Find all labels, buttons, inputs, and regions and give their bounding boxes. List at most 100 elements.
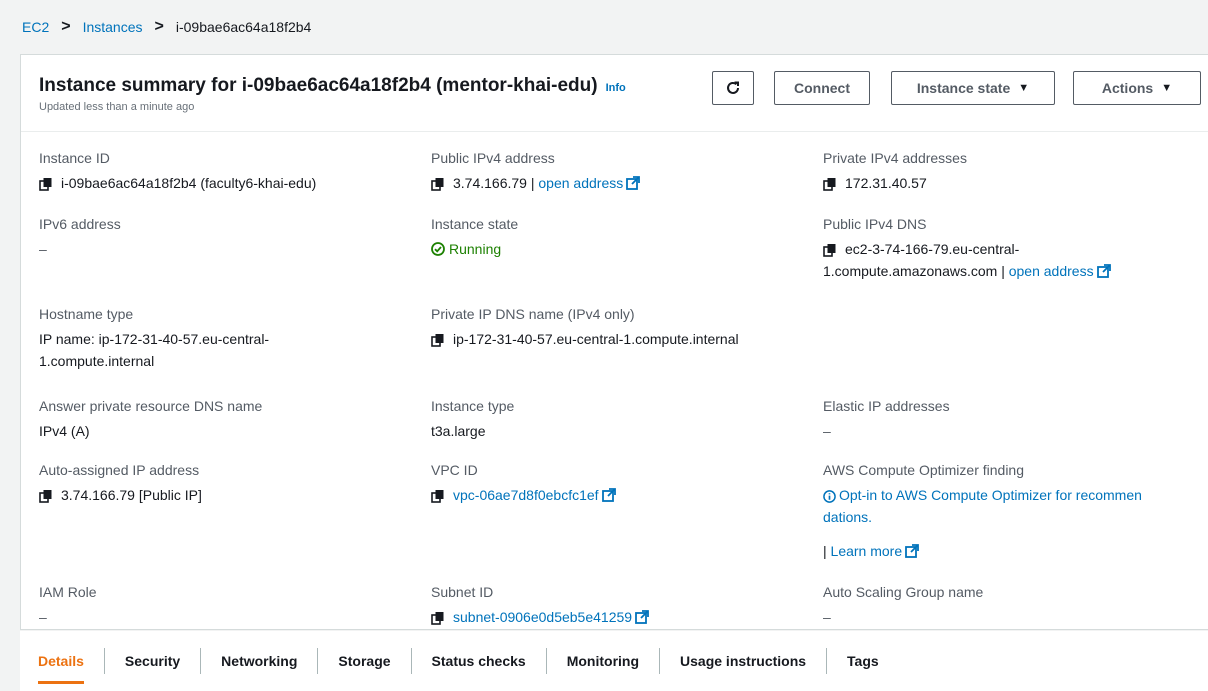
- info-link[interactable]: Info: [606, 82, 626, 94]
- copy-icon[interactable]: [39, 489, 53, 504]
- field-instance-id: Instance ID i-09bae6ac64a18f2b4 (faculty…: [39, 148, 409, 194]
- instance-state-value: Running: [449, 241, 502, 257]
- tab-status-checks[interactable]: Status checks: [410, 648, 546, 674]
- instance-state-button[interactable]: Instance state ▼: [891, 71, 1055, 105]
- field-auto-ip: Auto-assigned IP address 3.74.166.79 [Pu…: [39, 460, 409, 506]
- instance-id-value: i-09bae6ac64a18f2b4 (faculty6-khai-edu): [61, 175, 317, 191]
- open-address-link[interactable]: open address: [538, 175, 623, 191]
- copy-icon[interactable]: [39, 177, 53, 192]
- field-compute-optimizer: AWS Compute Optimizer finding Opt-in to …: [823, 460, 1193, 562]
- field-private-dns: Private IP DNS name (IPv4 only) ip-172-3…: [431, 304, 801, 350]
- tab-usage-instructions[interactable]: Usage instructions: [659, 648, 826, 674]
- updated-status: Updated less than a minute ago: [39, 101, 195, 113]
- field-ipv6: IPv6 address –: [39, 214, 409, 260]
- connect-button[interactable]: Connect: [774, 71, 870, 105]
- field-asg-name: Auto Scaling Group name –: [823, 582, 1193, 628]
- asg-name-value: –: [823, 609, 831, 625]
- breadcrumb-current: i-09bae6ac64a18f2b4: [175, 19, 312, 35]
- caret-down-icon: ▼: [1018, 82, 1030, 94]
- field-subnet-id: Subnet ID subnet-0906e0d5eb5e41259: [431, 582, 801, 628]
- field-label: Instance type: [431, 398, 515, 414]
- actions-button[interactable]: Actions ▼: [1073, 71, 1201, 105]
- field-label: AWS Compute Optimizer finding: [823, 462, 1024, 478]
- private-dns-value: ip-172-31-40-57.eu-central-1.compute.int…: [453, 331, 739, 347]
- public-dns-value-line1: ec2-3-74-166-79.eu-central-: [845, 241, 1020, 257]
- public-ipv4-value: 3.74.166.79: [453, 175, 527, 191]
- optimizer-opt-in-link[interactable]: Opt-in to AWS Compute Optimizer for reco…: [839, 487, 1142, 503]
- field-label: Subnet ID: [431, 584, 494, 600]
- auto-ip-value: 3.74.166.79 [Public IP]: [61, 487, 202, 503]
- copy-icon[interactable]: [431, 611, 445, 626]
- chevron-right-icon: >: [61, 18, 71, 35]
- public-dns-value-line2: 1.compute.amazonaws.com: [823, 263, 998, 279]
- tab-tags[interactable]: Tags: [826, 648, 899, 674]
- chevron-right-icon: >: [154, 18, 164, 35]
- field-instance-type: Instance type t3a.large: [431, 396, 801, 442]
- field-label: Auto-assigned IP address: [39, 462, 200, 478]
- field-label: IAM Role: [39, 584, 97, 600]
- field-vpc-id: VPC ID vpc-06ae7d8f0ebcfc1ef: [431, 460, 801, 506]
- external-link-icon: [626, 176, 641, 190]
- iam-role-value: –: [39, 609, 47, 625]
- check-circle-icon: [431, 242, 445, 256]
- field-iam-role: IAM Role –: [39, 582, 409, 628]
- hostname-value-line1: IP name: ip-172-31-40-57.eu-central-: [39, 331, 270, 347]
- status-badge: Running: [431, 238, 501, 260]
- field-hostname-type: Hostname type IP name: ip-172-31-40-57.e…: [39, 304, 409, 372]
- actions-label: Actions: [1101, 80, 1154, 96]
- breadcrumb-instances-link[interactable]: Instances: [83, 19, 143, 35]
- page-title: Instance summary for i-09bae6ac64a18f2b4…: [39, 75, 598, 96]
- vpc-id-link[interactable]: vpc-06ae7d8f0ebcfc1ef: [453, 487, 599, 503]
- field-label: VPC ID: [431, 462, 478, 478]
- field-elastic-ip: Elastic IP addresses –: [823, 396, 1193, 442]
- instance-state-label: Instance state: [916, 80, 1011, 96]
- copy-icon[interactable]: [431, 489, 445, 504]
- field-answer-dns: Answer private resource DNS name IPv4 (A…: [39, 396, 409, 442]
- external-link-icon: [635, 610, 649, 624]
- copy-icon[interactable]: [431, 333, 445, 348]
- instance-type-value: t3a.large: [431, 423, 486, 439]
- field-label: Elastic IP addresses: [823, 398, 950, 414]
- details-tabs: Details Security Networking Storage Stat…: [20, 631, 1208, 691]
- elastic-ip-value: –: [823, 423, 831, 439]
- private-ipv4-value: 172.31.40.57: [845, 175, 927, 191]
- field-public-ipv4: Public IPv4 address 3.74.166.79 | open a…: [431, 148, 801, 194]
- details-grid: Instance ID i-09bae6ac64a18f2b4 (faculty…: [21, 132, 1208, 627]
- breadcrumb-ec2-link[interactable]: EC2: [22, 19, 49, 35]
- instance-summary-panel: Instance summary for i-09bae6ac64a18f2b4…: [20, 54, 1208, 630]
- tab-storage[interactable]: Storage: [317, 648, 410, 674]
- field-public-dns: Public IPv4 DNS ec2-3-74-166-79.eu-centr…: [823, 214, 1193, 282]
- field-label: IPv6 address: [39, 216, 121, 232]
- field-private-ipv4: Private IPv4 addresses 172.31.40.57: [823, 148, 1193, 194]
- ipv6-value: –: [39, 241, 47, 257]
- subnet-id-link[interactable]: subnet-0906e0d5eb5e41259: [453, 609, 632, 625]
- caret-down-icon: ▼: [1161, 82, 1173, 94]
- external-link-icon: [905, 544, 920, 558]
- open-address-link[interactable]: open address: [1009, 263, 1094, 279]
- field-instance-state: Instance state Running: [431, 214, 801, 262]
- refresh-button[interactable]: [712, 71, 754, 105]
- tab-security[interactable]: Security: [103, 648, 200, 674]
- panel-header: Instance summary for i-09bae6ac64a18f2b4…: [21, 55, 1208, 132]
- tab-networking[interactable]: Networking: [200, 648, 317, 674]
- breadcrumb: EC2 > Instances > i-09bae6ac64a18f2b4: [22, 18, 311, 36]
- tab-details[interactable]: Details: [38, 648, 104, 684]
- info-icon: [823, 489, 836, 503]
- field-label: Hostname type: [39, 306, 134, 322]
- copy-icon[interactable]: [431, 177, 445, 192]
- tab-monitoring[interactable]: Monitoring: [545, 648, 659, 674]
- field-label: Instance state: [431, 216, 519, 232]
- field-label: Public IPv4 DNS: [823, 216, 927, 232]
- external-link-icon: [601, 488, 616, 502]
- optimizer-opt-in-link-cont[interactable]: dations.: [823, 509, 872, 525]
- field-label: Answer private resource DNS name: [39, 398, 263, 414]
- copy-icon[interactable]: [823, 177, 837, 192]
- field-label: Private IP DNS name (IPv4 only): [431, 306, 635, 322]
- field-label: Auto Scaling Group name: [823, 584, 984, 600]
- learn-more-link[interactable]: Learn more: [831, 543, 903, 559]
- field-label: Instance ID: [39, 150, 110, 166]
- refresh-icon: [727, 81, 739, 94]
- copy-icon[interactable]: [823, 243, 837, 258]
- field-label: Private IPv4 addresses: [823, 150, 967, 166]
- external-link-icon: [1096, 264, 1111, 278]
